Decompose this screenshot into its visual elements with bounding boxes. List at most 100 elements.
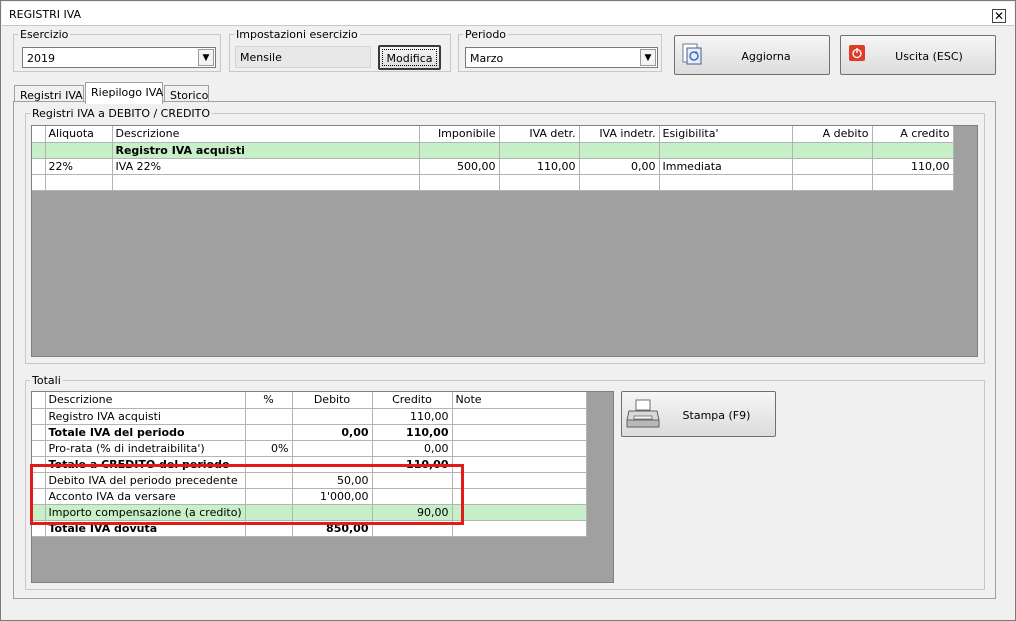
column-header[interactable]: Descrizione [45,392,246,409]
table-cell[interactable] [659,142,793,159]
row-selector[interactable] [32,424,46,441]
table-cell[interactable]: 850,00 [292,520,373,537]
column-header[interactable]: A debito [792,126,873,143]
column-header[interactable]: Imponibile [419,126,500,143]
table-cell[interactable] [245,504,293,521]
table-cell[interactable] [245,472,293,489]
group-label[interactable]: Registro IVA acquisti [112,142,420,159]
table-cell[interactable] [792,158,873,175]
table-cell[interactable]: Immediata [659,158,793,175]
table-row[interactable]: Totale IVA dovuta 850,00 [32,520,587,537]
row-selector[interactable] [32,142,46,159]
tab-riepilogo-iva[interactable]: Riepilogo IVA [85,82,163,104]
table-cell[interactable] [659,174,793,191]
chevron-down-icon[interactable]: ▼ [198,49,214,66]
table-cell[interactable] [452,472,587,489]
table-cell[interactable] [372,520,453,537]
row-selector[interactable] [32,408,46,425]
table-cell[interactable] [452,440,587,457]
table-cell[interactable] [792,174,873,191]
table-cell[interactable]: Totale IVA dovuta [45,520,246,537]
table-cell[interactable] [45,174,113,191]
row-selector[interactable] [32,456,46,473]
table-cell[interactable]: 110,00 [372,408,453,425]
stampa-button[interactable]: Stampa (F9) [621,391,776,437]
table-cell[interactable]: 500,00 [419,158,500,175]
table-cell[interactable]: Registro IVA acquisti [45,408,246,425]
table-cell[interactable]: 110,00 [372,456,453,473]
table-cell[interactable] [872,142,954,159]
row-selector[interactable] [32,488,46,505]
table-cell[interactable]: IVA 22% [112,158,420,175]
table-cell[interactable] [499,142,580,159]
table-cell[interactable]: 0,00 [579,158,660,175]
column-header[interactable]: Debito [292,392,373,409]
table-cell[interactable] [292,456,373,473]
table-cell[interactable]: Acconto IVA da versare [45,488,246,505]
row-selector[interactable] [32,440,46,457]
table-cell[interactable]: 0,00 [372,440,453,457]
table-cell[interactable] [452,520,587,537]
column-header[interactable]: Esigibilita' [659,126,793,143]
table-row[interactable]: Importo compensazione (a credito) 90,00 [32,504,587,521]
table-cell[interactable] [45,142,113,159]
row-selector[interactable] [32,520,46,537]
table-cell[interactable] [499,174,580,191]
column-header[interactable]: Descrizione [112,126,420,143]
table-cell[interactable]: Debito IVA del periodo precedente [45,472,246,489]
table-cell[interactable] [245,424,293,441]
totali-grid[interactable]: Descrizione % Debito Credito Note Regist… [31,391,614,583]
table-cell[interactable]: Pro-rata (% di indetraibilita') [45,440,246,457]
table-cell[interactable] [245,456,293,473]
table-cell[interactable] [792,142,873,159]
table-cell[interactable] [452,408,587,425]
modifica-button[interactable]: Modifica [378,45,441,70]
table-row[interactable]: Pro-rata (% di indetraibilita') 0% 0,00 [32,440,587,457]
row-selector[interactable] [32,504,46,521]
column-header[interactable]: A credito [872,126,954,143]
table-row[interactable]: Debito IVA del periodo precedente 50,00 [32,472,587,489]
table-cell[interactable] [579,142,660,159]
row-selector[interactable] [32,158,46,175]
periodo-select[interactable]: Marzo ▼ [465,47,658,68]
column-header[interactable]: IVA detr. [499,126,580,143]
table-cell[interactable]: 50,00 [292,472,373,489]
table-cell[interactable]: 110,00 [872,158,954,175]
table-cell[interactable]: 0,00 [292,424,373,441]
table-row[interactable]: Totale IVA del periodo 0,00 110,00 [32,424,587,441]
table-row[interactable]: Totale a CREDITO del periodo 110,00 [32,456,587,473]
table-cell[interactable] [452,456,587,473]
table-cell[interactable]: 1'000,00 [292,488,373,505]
table-cell[interactable] [452,488,587,505]
table-cell[interactable] [372,488,453,505]
table-cell[interactable] [372,472,453,489]
table-row[interactable] [32,174,954,191]
table-cell[interactable] [452,424,587,441]
debito-credito-grid[interactable]: Aliquota Descrizione Imponibile IVA detr… [31,125,978,357]
table-cell[interactable] [419,142,500,159]
column-header[interactable]: Aliquota [45,126,113,143]
table-row[interactable]: 22% IVA 22% 500,00 110,00 0,00 Immediata… [32,158,954,175]
aggiorna-button[interactable]: Aggiorna [674,35,830,75]
table-cell[interactable] [872,174,954,191]
table-cell[interactable]: Totale IVA del periodo [45,424,246,441]
table-cell[interactable]: Importo compensazione (a credito) [45,504,246,521]
table-cell[interactable]: 110,00 [499,158,580,175]
table-cell[interactable] [419,174,500,191]
column-header[interactable]: Note [452,392,587,409]
table-row[interactable]: Acconto IVA da versare 1'000,00 [32,488,587,505]
table-row[interactable]: Registro IVA acquisti 110,00 [32,408,587,425]
close-icon[interactable]: ✕ [992,9,1006,23]
table-cell[interactable] [292,440,373,457]
table-cell[interactable] [579,174,660,191]
table-row[interactable]: Registro IVA acquisti [32,142,954,159]
esercizio-select[interactable]: 2019 ▼ [22,47,216,68]
table-cell[interactable]: 0% [245,440,293,457]
table-cell[interactable] [292,504,373,521]
row-selector[interactable] [32,174,46,191]
row-selector[interactable] [32,472,46,489]
uscita-button[interactable]: Uscita (ESC) [840,35,996,75]
table-cell[interactable] [292,408,373,425]
table-cell[interactable]: 22% [45,158,113,175]
column-header[interactable]: IVA indetr. [579,126,660,143]
